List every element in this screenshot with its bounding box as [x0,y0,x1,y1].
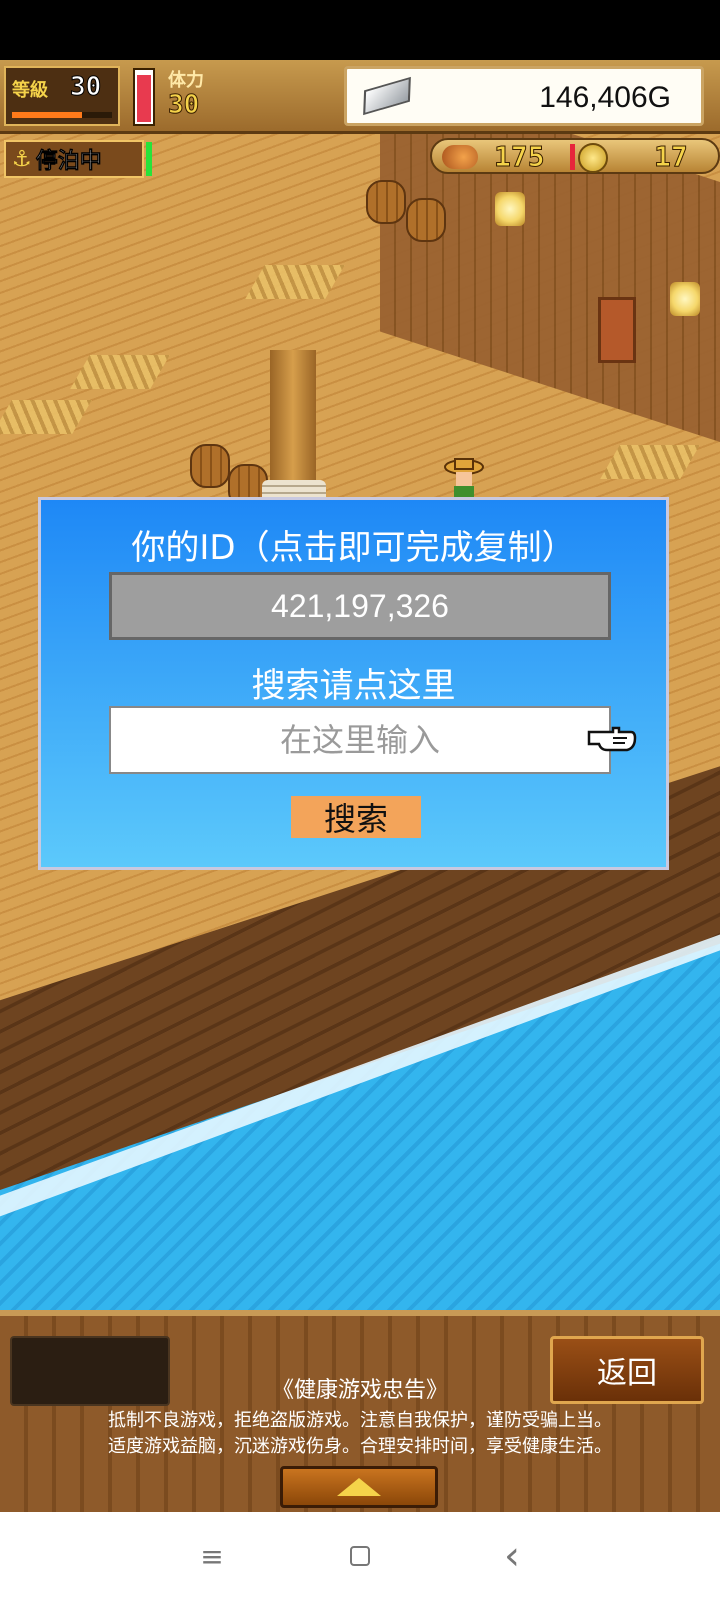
back-chevron-icon: ‹ [504,1533,520,1579]
level-progress-bar [12,112,112,118]
menu-icon: ≡ [200,1539,224,1573]
stamina-fill [137,74,151,122]
search-prompt: 搜索请点这里 [251,666,456,706]
stamina-bar [133,68,155,126]
id-dialog: 你的ID（点击即可完成复制） 421,197,326 搜索请点这里 搜索 [38,497,669,870]
food-amount: 175 [494,140,546,174]
silver-ingot-icon [363,76,411,116]
status-indicator [146,142,152,176]
search-button[interactable]: 搜索 [291,796,421,838]
recent-apps-button[interactable]: ≡ [182,1532,242,1580]
health-advice-title: 《健康游戏忠告》 [271,1378,448,1403]
anchor-status-text: 停泊中 [35,149,102,175]
meat-icon [442,145,478,169]
anchor-status-badge[interactable]: ⚓ 停泊中 [4,140,144,178]
player-id-display[interactable]: 421,197,326 [109,572,611,640]
cabin-door [598,297,636,363]
home-button[interactable] [330,1532,390,1580]
anchor-icon: ⚓ [12,146,32,172]
coin-amount: 17 [654,140,689,174]
search-input[interactable] [109,706,611,774]
deck-grate [600,445,700,479]
level-label: 等級 [12,80,48,101]
pointing-hand-icon [587,726,637,752]
ship-mast [270,350,316,500]
gold-amount: 146,406G [539,81,671,114]
health-advice-line: 适度游戏益脑，沉迷游戏伤身。合理安排时间，享受健康生活。 [108,1436,612,1457]
expand-button[interactable] [280,1466,438,1508]
resource-strip[interactable]: 175 17 [430,138,720,174]
barrel [190,444,230,488]
deck-grate [70,355,170,389]
deck-grate [245,265,345,299]
home-icon [350,1546,370,1566]
bottom-panel: 返回 《健康游戏忠告》 抵制不良游戏，拒绝盗版游戏。注意自我保护，谨防受骗上当。… [0,1310,720,1512]
gold-coin-icon [578,143,608,173]
level-box[interactable]: 等級 30 [4,66,120,126]
health-advice-line: 抵制不良游戏，拒绝盗版游戏。注意自我保护，谨防受骗上当。 [108,1410,612,1431]
up-arrow-icon [337,1478,381,1496]
system-back-button[interactable]: ‹ [482,1532,542,1580]
barrel [366,180,406,224]
top-hud: 等級 30 体力 30 146,406G [0,60,720,134]
stamina-label: 体力 [168,70,204,91]
level-progress-fill [12,112,82,118]
lantern-icon [495,192,525,226]
gold-panel[interactable]: 146,406G [344,66,704,126]
barrel [406,198,446,242]
status-bar [0,0,720,60]
lantern-icon [670,282,700,316]
system-nav-bar: ≡ ‹ [0,1512,720,1600]
deck-grate [0,400,92,434]
resource-divider [570,144,575,170]
level-value: 30 [69,72,102,103]
stamina-value: 30 [167,90,200,121]
dialog-title: 你的ID（点击即可完成复制） [131,528,576,568]
